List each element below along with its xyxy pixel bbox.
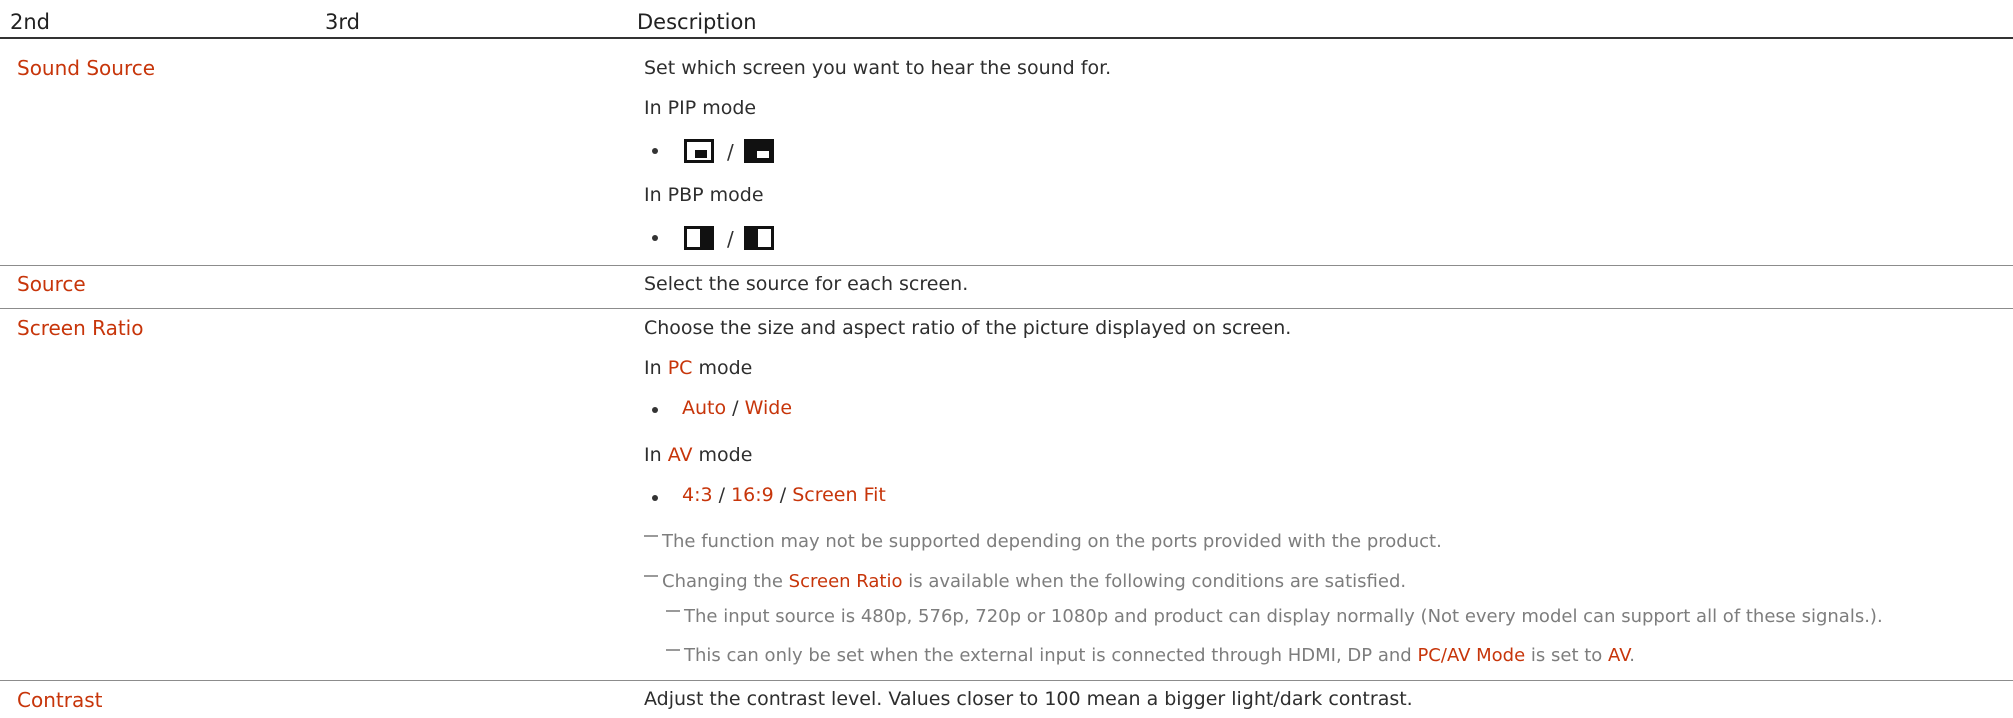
pc-options: Auto / Wide (682, 397, 793, 419)
pc-term: PC (667, 357, 693, 379)
option-screen-fit: Screen Fit (792, 484, 886, 506)
note-ports-support: The function may not be supported depend… (644, 533, 1442, 551)
row-label-contrast: Contrast (17, 688, 103, 712)
subnote-external-input: This can only be set when the external i… (666, 647, 1635, 665)
header-divider (0, 37, 2013, 39)
option-wide: Wide (744, 397, 793, 419)
pc-mode-label: In PC mode (644, 357, 753, 379)
column-header-2nd: 2nd (10, 10, 51, 34)
column-header-3rd: 3rd (325, 10, 360, 34)
pbp-mode-label: In PBP mode (644, 184, 764, 206)
av-options: 4:3 / 16:9 / Screen Fit (682, 484, 886, 506)
option-auto: Auto (682, 397, 727, 419)
pbp-left-icon (684, 226, 714, 250)
bullet (652, 407, 658, 413)
av-mode-label: In AV mode (644, 444, 753, 466)
pip-large-icon (744, 139, 774, 163)
pip-small-icon (684, 139, 714, 163)
separator-slash: / (727, 227, 734, 251)
screen-ratio-description: Choose the size and aspect ratio of the … (644, 317, 1292, 339)
option-4-3: 4:3 (682, 484, 713, 506)
separator-slash: / (727, 140, 734, 164)
option-16-9: 16:9 (731, 484, 774, 506)
row-divider (0, 265, 2013, 266)
av-term: AV (667, 444, 693, 466)
row-divider (0, 308, 2013, 309)
bullet (652, 235, 658, 241)
pip-mode-label: In PIP mode (644, 97, 757, 119)
subnote-input-source: The input source is 480p, 576p, 720p or … (666, 608, 1883, 626)
note-screen-ratio-conditions: Changing the Screen Ratio is available w… (644, 573, 1406, 591)
source-description: Select the source for each screen. (644, 273, 969, 295)
row-label-screen-ratio: Screen Ratio (17, 316, 144, 340)
column-header-description: Description (637, 10, 757, 34)
row-label-sound-source: Sound Source (17, 56, 156, 80)
contrast-description: Adjust the contrast level. Values closer… (644, 688, 1413, 710)
row-label-source: Source (17, 272, 86, 296)
sound-source-description: Set which screen you want to hear the so… (644, 57, 1112, 79)
pbp-right-icon (744, 226, 774, 250)
bullet (652, 148, 658, 154)
row-divider (0, 680, 2013, 681)
bullet (652, 495, 658, 501)
